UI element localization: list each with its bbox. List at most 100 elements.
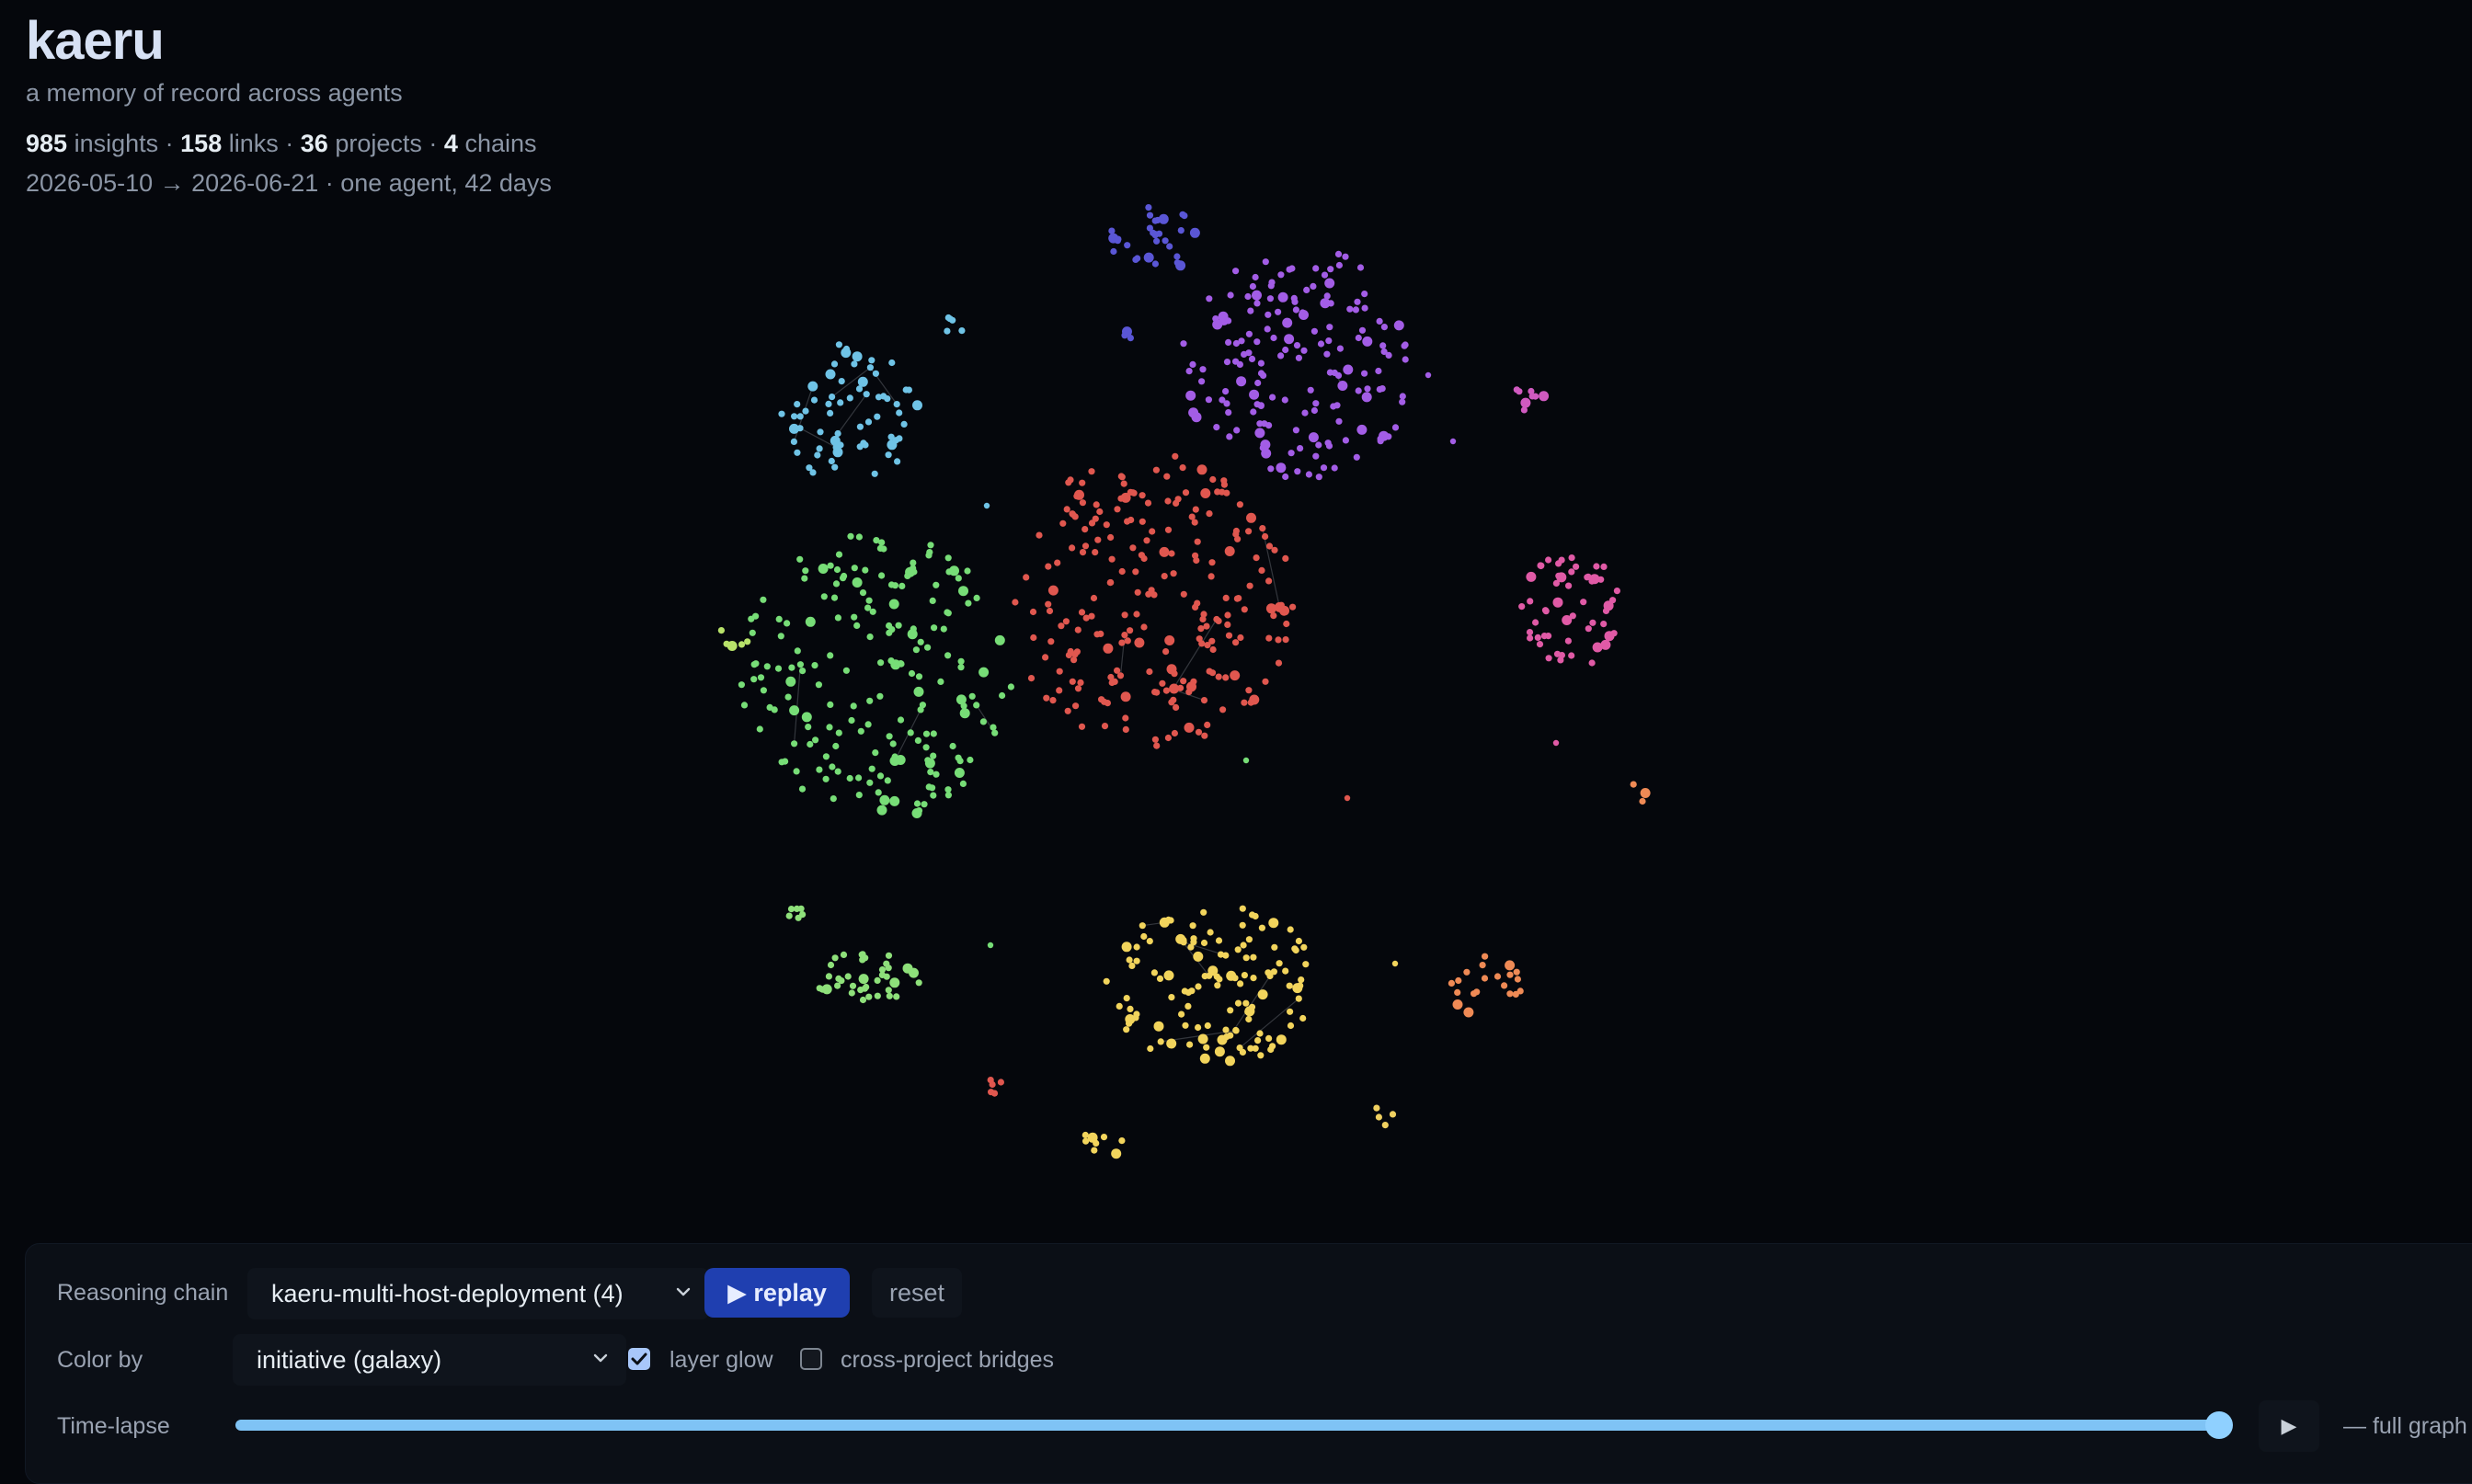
cross-project-bridges-checkbox[interactable]: [800, 1348, 822, 1370]
insight-node[interactable]: [913, 800, 921, 807]
insight-node[interactable]: [757, 674, 765, 681]
insight-node[interactable]: [1528, 387, 1535, 395]
insight-node[interactable]: [1288, 265, 1296, 272]
insight-node[interactable]: [1342, 253, 1349, 260]
insight-node[interactable]: [1127, 627, 1134, 634]
insight-node[interactable]: [1336, 345, 1344, 352]
insight-node[interactable]: [1164, 497, 1172, 505]
insight-node[interactable]: [807, 381, 818, 392]
insight-node[interactable]: [794, 449, 801, 456]
insight-node[interactable]: [1399, 393, 1406, 400]
insight-node[interactable]: [1217, 951, 1225, 958]
insight-node[interactable]: [1254, 428, 1265, 439]
insight-node[interactable]: [1265, 603, 1276, 614]
insight-node[interactable]: [859, 589, 867, 597]
insight-node[interactable]: [1234, 999, 1242, 1007]
insight-node[interactable]: [1049, 697, 1057, 704]
insight-node[interactable]: [1376, 317, 1383, 325]
insight-node[interactable]: [1277, 352, 1285, 360]
insight-node[interactable]: [864, 418, 873, 426]
insight-node[interactable]: [1087, 1132, 1098, 1143]
insight-node[interactable]: [957, 664, 965, 671]
insight-node[interactable]: [1046, 607, 1054, 615]
insight-node[interactable]: [1222, 1026, 1230, 1033]
insight-node[interactable]: [1593, 563, 1600, 570]
insight-node[interactable]: [1177, 227, 1184, 234]
insight-node[interactable]: [1545, 556, 1552, 564]
insight-node[interactable]: [1277, 291, 1288, 303]
insight-node[interactable]: [1193, 556, 1200, 565]
insight-node[interactable]: [831, 463, 839, 471]
insight-node[interactable]: [902, 386, 910, 394]
insight-node[interactable]: [802, 567, 809, 575]
insight-node[interactable]: [884, 777, 891, 784]
insight-node[interactable]: [1380, 348, 1388, 356]
insight-node[interactable]: [1191, 519, 1198, 526]
insight-node[interactable]: [868, 357, 876, 364]
insight-node[interactable]: [1162, 687, 1170, 694]
insight-node[interactable]: [919, 702, 927, 709]
insight-node[interactable]: [1164, 734, 1172, 742]
insight-node[interactable]: [1230, 670, 1241, 681]
insight-node[interactable]: [1180, 340, 1187, 348]
insight-node[interactable]: [896, 409, 903, 417]
insight-node[interactable]: [1178, 1010, 1185, 1018]
insight-node[interactable]: [760, 596, 767, 603]
insight-node[interactable]: [1170, 696, 1177, 703]
insight-node[interactable]: [1275, 636, 1282, 644]
insight-node[interactable]: [1220, 481, 1228, 488]
insight-node[interactable]: [1203, 622, 1210, 630]
insight-node[interactable]: [1284, 334, 1295, 345]
insight-node[interactable]: [1059, 519, 1067, 527]
insight-node[interactable]: [1320, 464, 1328, 472]
insight-node[interactable]: [1241, 699, 1248, 706]
insight-node[interactable]: [990, 724, 997, 731]
insight-node[interactable]: [1253, 300, 1261, 307]
insight-node[interactable]: [1045, 563, 1052, 570]
insight-node[interactable]: [1361, 370, 1368, 377]
insight-node[interactable]: [1448, 979, 1455, 987]
insight-node[interactable]: [893, 993, 900, 1000]
insight-node[interactable]: [929, 784, 936, 792]
insight-node[interactable]: [1291, 298, 1299, 305]
insight-node[interactable]: [915, 979, 922, 987]
insight-node[interactable]: [1452, 999, 1463, 1010]
insight-node[interactable]: [1133, 957, 1140, 965]
insight-node[interactable]: [1153, 1021, 1164, 1032]
insight-node[interactable]: [1078, 609, 1086, 616]
insight-node[interactable]: [887, 439, 898, 451]
insight-node[interactable]: [1600, 621, 1608, 628]
insight-node[interactable]: [973, 594, 980, 602]
insight-node[interactable]: [877, 659, 885, 667]
insight-node[interactable]: [1232, 639, 1240, 646]
insight-node[interactable]: [801, 712, 812, 723]
insight-node[interactable]: [1030, 634, 1037, 642]
insight-node[interactable]: [1471, 990, 1478, 998]
insight-node[interactable]: [1630, 781, 1637, 788]
insight-node[interactable]: [887, 657, 895, 665]
insight-node[interactable]: [1527, 598, 1534, 605]
insight-node[interactable]: [1079, 499, 1086, 507]
insight-node[interactable]: [778, 410, 785, 417]
insight-node[interactable]: [913, 686, 924, 697]
insight-node[interactable]: [885, 952, 893, 959]
insight-node[interactable]: [1226, 433, 1233, 440]
insight-node[interactable]: [1058, 622, 1065, 630]
insight-node[interactable]: [851, 613, 858, 621]
insight-node[interactable]: [1077, 679, 1084, 687]
insight-node[interactable]: [1325, 442, 1333, 450]
insight-node[interactable]: [1250, 953, 1257, 961]
insight-node[interactable]: [1281, 396, 1288, 404]
insight-node[interactable]: [924, 758, 935, 769]
insight-node[interactable]: [1249, 911, 1256, 919]
insight-node[interactable]: [1454, 988, 1461, 996]
insight-node[interactable]: [1158, 213, 1169, 224]
insight-node[interactable]: [1381, 1122, 1389, 1129]
insight-node[interactable]: [785, 912, 793, 919]
insight-node[interactable]: [744, 638, 751, 645]
insight-node[interactable]: [1361, 392, 1372, 403]
insight-node[interactable]: [1133, 1010, 1140, 1018]
insight-node[interactable]: [1402, 356, 1409, 363]
insight-node[interactable]: [1118, 639, 1126, 646]
insight-node[interactable]: [944, 652, 952, 659]
